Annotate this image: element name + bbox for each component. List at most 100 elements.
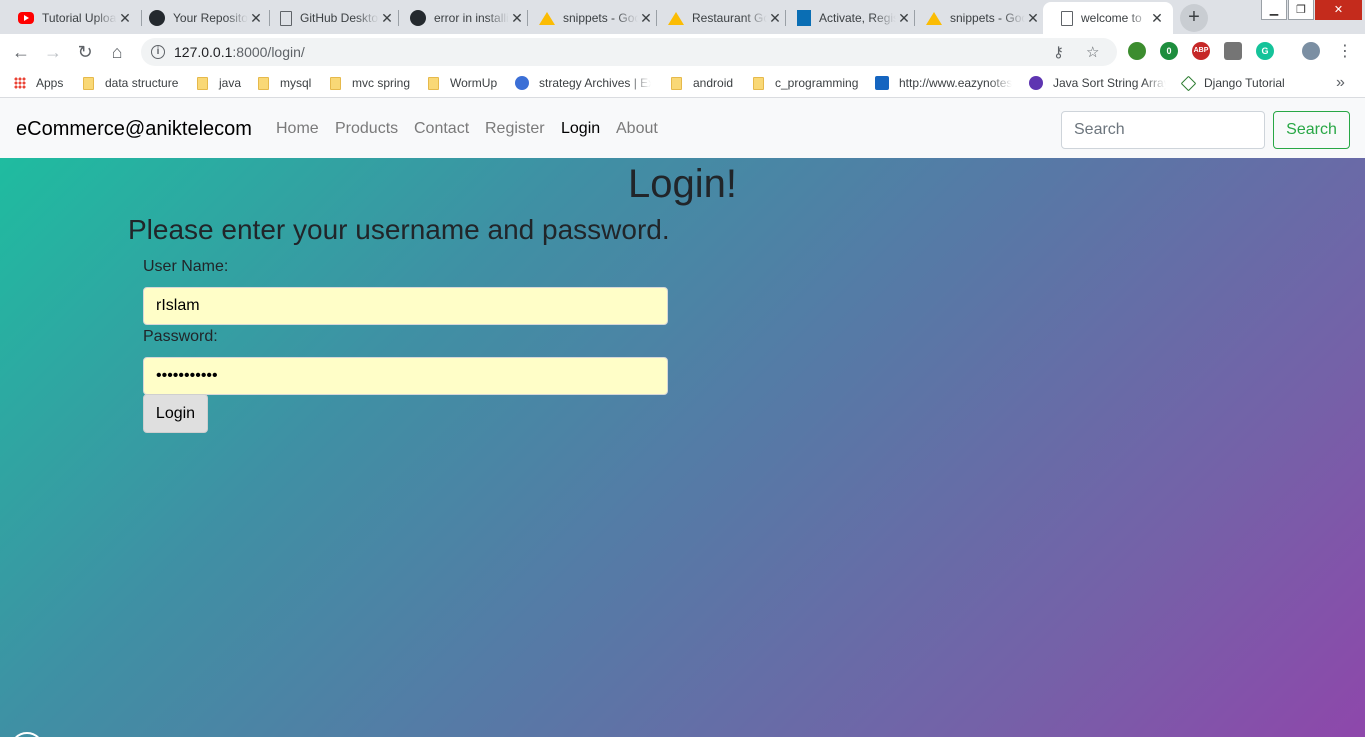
key-icon[interactable]: ⚷ [1053, 43, 1064, 61]
bookmark-label: mysql [280, 76, 312, 90]
tab-title: GitHub Desktop [300, 11, 379, 25]
bookmark-folder[interactable]: c_programming [753, 76, 858, 90]
bookmark-apps[interactable]: Apps [14, 76, 63, 90]
site-search-button[interactable]: Search [1273, 111, 1350, 149]
login-content: Login! Please enter your username and pa… [0, 158, 1365, 737]
reload-button[interactable]: ↻ [72, 39, 98, 65]
browser-tab-active[interactable]: welcome to ✕ [1043, 2, 1173, 34]
bookmark-link[interactable]: Java Sort String Array [1029, 76, 1166, 90]
google-drive-icon [926, 11, 942, 25]
site-brand-link[interactable]: eCommerce@aniktelecom [16, 118, 252, 141]
close-icon[interactable]: ✕ [1025, 10, 1041, 27]
browser-tab-0[interactable]: Tutorial Upload ✕ [0, 2, 141, 34]
bookmark-folder[interactable]: WormUp [428, 76, 497, 90]
tab-title: snippets - Google Drive [563, 11, 638, 25]
forward-button[interactable]: → [40, 39, 66, 65]
bookmark-label: android [693, 76, 734, 90]
site-info-icon[interactable]: i [151, 45, 165, 59]
home-button[interactable]: ⌂ [104, 39, 130, 65]
github-icon [149, 10, 165, 26]
folder-icon [83, 76, 94, 90]
tab-title: Your Repositories [173, 11, 248, 25]
apps-grid-icon [14, 77, 26, 89]
grammarly-icon[interactable]: G [1256, 42, 1274, 60]
bookmark-label: c_programming [775, 76, 859, 90]
tab-title: welcome to [1081, 11, 1142, 25]
password-field[interactable] [143, 357, 668, 395]
browser-tab-6[interactable]: Activate, Register ✕ [779, 2, 920, 34]
browser-tab-3[interactable]: error in installing ✕ [392, 2, 533, 34]
page-title: Login! [628, 162, 737, 206]
username-field[interactable] [143, 287, 668, 325]
login-button[interactable]: Login [143, 394, 208, 433]
extension-bag-icon[interactable] [1224, 42, 1242, 60]
tab-title: snippets - Google Drive [950, 11, 1025, 25]
bookmark-folder[interactable]: mvc spring [330, 76, 410, 90]
bookmark-link[interactable]: http://www.eazynotes [875, 76, 1012, 90]
bookmark-label: mvc spring [352, 76, 411, 90]
bookmark-link[interactable]: Django Tutorial [1180, 75, 1285, 91]
eazynotes-site-icon [875, 76, 889, 90]
web-page: eCommerce@aniktelecom Home Products Cont… [0, 98, 1365, 737]
strategy-site-icon [515, 76, 529, 90]
browser-menu-button[interactable]: ⋮ [1332, 39, 1358, 65]
extension-puzzle-icon[interactable]: 0 [1160, 42, 1178, 60]
minimize-button[interactable]: ▁ [1261, 0, 1287, 20]
nav-link-login[interactable]: Login [561, 120, 600, 138]
maximize-icon: ❐ [1296, 4, 1306, 16]
forward-arrow-icon: → [44, 42, 62, 62]
site-search-input[interactable] [1061, 111, 1265, 149]
nav-link-contact[interactable]: Contact [414, 120, 469, 138]
site-navbar: eCommerce@aniktelecom Home Products Cont… [0, 98, 1365, 158]
folder-icon [428, 76, 439, 90]
bookmark-label: Apps [36, 76, 64, 90]
bookmark-label: strategy Archives | Ex [539, 76, 651, 90]
folder-icon [330, 76, 341, 90]
tab-title: Restaurant Google Drive [692, 11, 767, 25]
browser-tab-7[interactable]: snippets - Google Drive ✕ [908, 2, 1049, 34]
floating-widget-icon[interactable] [10, 732, 44, 737]
new-tab-button[interactable]: + [1180, 4, 1208, 32]
reload-icon: ↻ [77, 42, 93, 62]
github-icon [410, 10, 426, 26]
browser-tab-strip: Tutorial Upload ✕ Your Repositories ✕ Gi… [0, 0, 1365, 34]
django-site-icon [1180, 75, 1197, 91]
back-button[interactable]: ← [8, 39, 34, 65]
close-icon[interactable]: ✕ [1149, 10, 1165, 27]
bookmark-folder[interactable]: data structure [83, 76, 178, 90]
bookmark-star-icon[interactable]: ☆ [1086, 43, 1099, 61]
kebab-menu-icon: ⋮ [1337, 43, 1353, 60]
nav-link-home[interactable]: Home [276, 120, 319, 138]
bookmark-link[interactable]: strategy Archives | Ex [515, 76, 651, 90]
document-icon [1061, 10, 1073, 26]
browser-tab-2[interactable]: GitHub Desktop ✕ [262, 2, 403, 34]
address-bar[interactable]: i 127.0.0.1:8000/login/ ⚷ ☆ [141, 38, 1117, 66]
java-site-icon [1029, 76, 1043, 90]
folder-icon [258, 76, 269, 90]
url-host: 127.0.0.1 [174, 44, 233, 60]
bookmark-folder[interactable]: android [671, 76, 733, 90]
extension-globe-icon[interactable] [1128, 42, 1146, 60]
back-arrow-icon: ← [12, 42, 30, 62]
url-text: 127.0.0.1:8000/login/ [174, 44, 305, 60]
minimize-icon: ▁ [1269, 4, 1279, 16]
password-label: Password: [143, 328, 218, 345]
browser-tab-5[interactable]: Restaurant Google Drive ✕ [650, 2, 791, 34]
browser-tab-1[interactable]: Your Repositories ✕ [131, 2, 272, 34]
maximize-button[interactable]: ❐ [1288, 0, 1314, 20]
window-close-button[interactable]: ✕ [1315, 0, 1362, 20]
extension-badge: 0 [1166, 46, 1172, 56]
google-drive-icon [539, 11, 555, 25]
folder-icon [753, 76, 764, 90]
adblock-icon[interactable]: ABP [1192, 42, 1210, 60]
browser-tab-4[interactable]: snippets - Google Drive ✕ [521, 2, 662, 34]
nav-link-products[interactable]: Products [335, 120, 398, 138]
nav-link-about[interactable]: About [616, 120, 658, 138]
profile-avatar-icon[interactable] [1302, 42, 1320, 60]
bookmark-folder[interactable]: java [197, 76, 241, 90]
bookmarks-overflow-button[interactable]: » [1336, 74, 1345, 92]
close-icon: ✕ [1333, 4, 1344, 16]
bookmark-folder[interactable]: mysql [258, 76, 311, 90]
home-icon: ⌂ [111, 42, 123, 62]
nav-link-register[interactable]: Register [485, 120, 545, 138]
